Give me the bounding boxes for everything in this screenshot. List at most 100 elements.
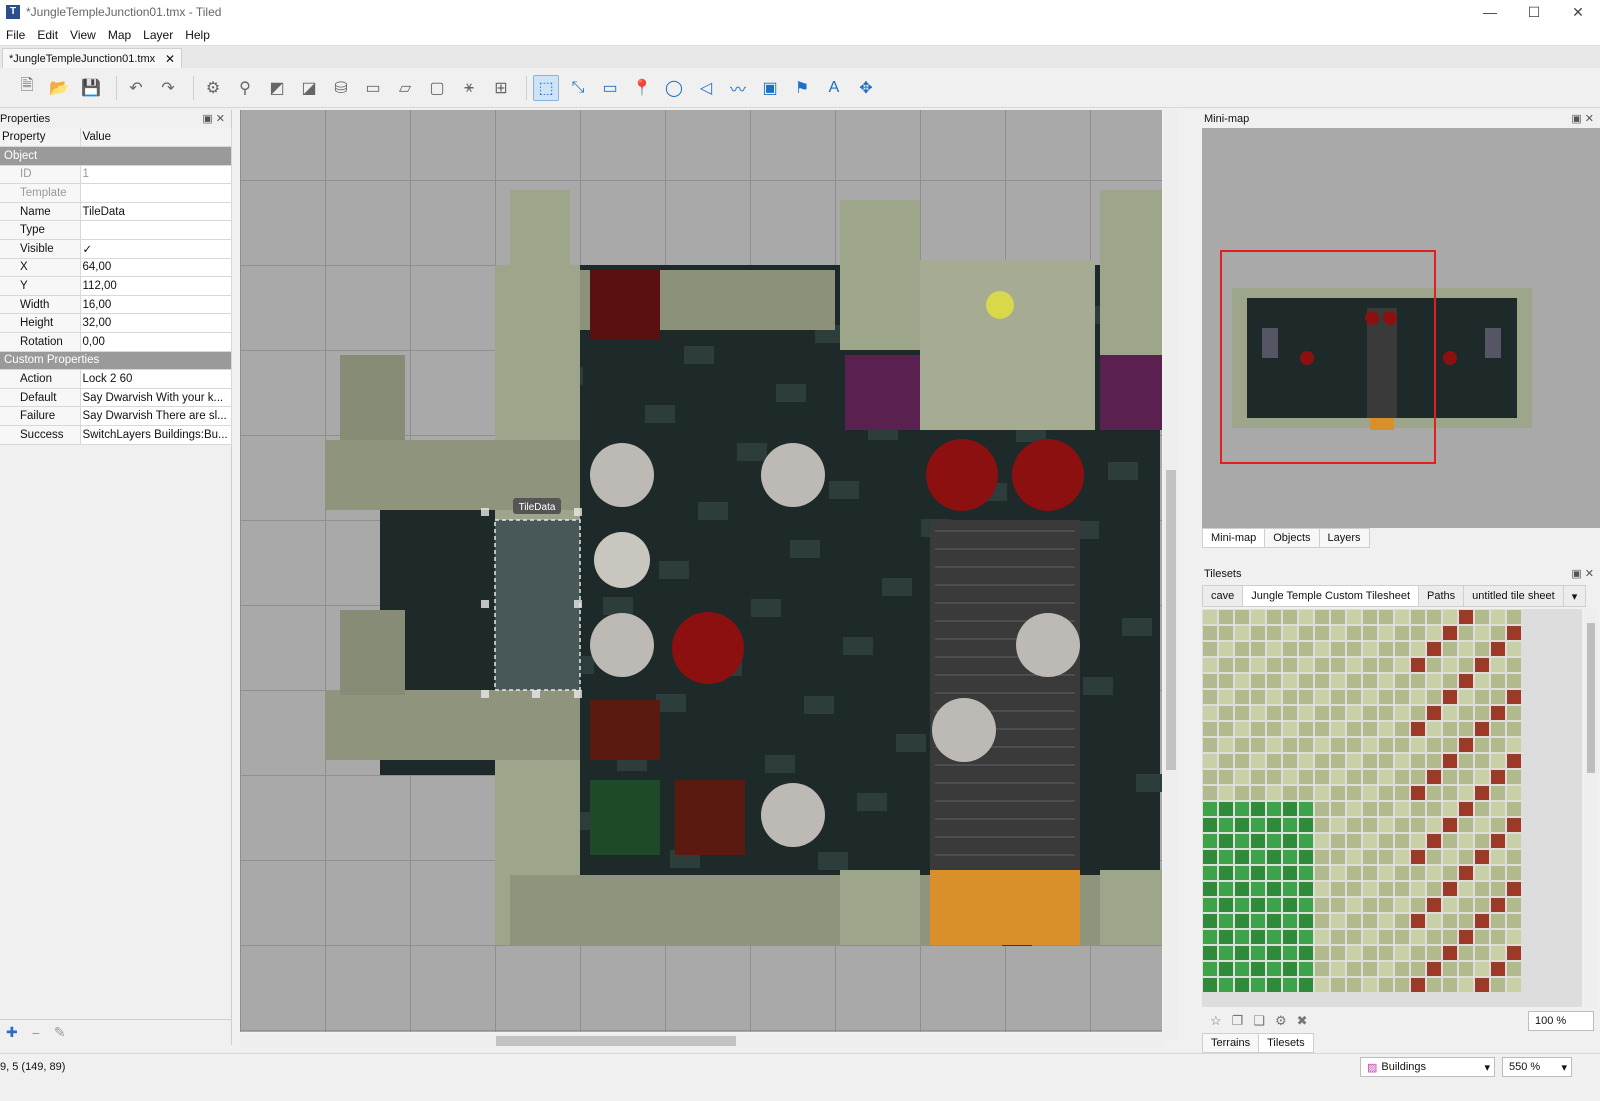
insert-point-icon[interactable]: 📍 [629, 75, 655, 101]
property-row[interactable]: Success SwitchLayers Buildings:Bu... [0, 425, 232, 445]
property-row[interactable]: Action Lock 2 60 [0, 369, 232, 389]
tilesheet-tab-cave[interactable]: cave [1202, 585, 1244, 607]
insert-rectangle-icon[interactable]: ▭ [597, 75, 623, 101]
close-window-button[interactable]: ✕ [1556, 0, 1600, 24]
chevron-down-icon[interactable]: ▾ [1562, 585, 1587, 607]
insert-polyline-icon[interactable]: 〰 [725, 75, 751, 101]
close-icon[interactable]: ✕ [216, 113, 225, 125]
insert-tile-icon[interactable]: ▣ [757, 75, 783, 101]
map-canvas[interactable]: TileData [240, 110, 1162, 1032]
property-row[interactable]: Rotation 0,00 [0, 332, 232, 352]
wang-brush-icon[interactable]: ◪ [296, 75, 322, 101]
property-row[interactable]: Y 112,00 [0, 276, 232, 296]
property-row[interactable]: Height 32,00 [0, 313, 232, 334]
magic-wand-icon[interactable]: ⚹ [456, 75, 482, 101]
close-icon[interactable]: ✕ [1585, 568, 1594, 580]
property-value[interactable]: Say Dwarvish With your k... [80, 388, 232, 408]
property-row[interactable]: X 64,00 [0, 258, 232, 278]
insert-ellipse-icon[interactable]: ◯ [661, 75, 687, 101]
document-tab[interactable]: *JungleTempleJunction01.tmx ✕ [2, 48, 182, 68]
close-icon[interactable]: ✕ [1585, 113, 1594, 125]
property-value[interactable]: 0,00 [80, 332, 232, 352]
property-row[interactable]: ID 1 [0, 165, 232, 185]
select-objects-icon[interactable]: ⬚ [533, 74, 559, 101]
menu-edit[interactable]: Edit [31, 28, 64, 42]
property-row[interactable]: Default Say Dwarvish With your k... [0, 388, 232, 408]
import-tileset-icon[interactable]: ❐ [1232, 1013, 1244, 1029]
stamp-brush-icon[interactable]: ⚲ [232, 75, 258, 101]
property-value[interactable]: 32,00 [80, 313, 232, 334]
add-property-icon[interactable]: ✚ [6, 1024, 18, 1041]
float-icon[interactable]: ▣ [1571, 113, 1581, 125]
custom-properties-section[interactable]: Custom Properties [0, 351, 232, 371]
tilesheet-tab-paths[interactable]: Paths [1418, 585, 1465, 607]
rectangular-select-icon[interactable]: ▢ [424, 75, 450, 101]
menu-map[interactable]: Map [102, 28, 137, 42]
maximize-button[interactable]: ☐ [1512, 0, 1556, 24]
new-map-icon[interactable]: 🗎 [14, 75, 40, 101]
property-row[interactable]: Width 16,00 [0, 295, 232, 315]
insert-text-icon[interactable]: A [821, 75, 847, 101]
tilesheet-scrollbar[interactable] [1584, 609, 1598, 1007]
insert-template-icon[interactable]: ⚑ [789, 75, 815, 101]
map-zoom-select[interactable]: 550 % ▾ [1502, 1057, 1572, 1077]
close-tab-icon[interactable]: ✕ [165, 52, 175, 66]
property-value[interactable]: 64,00 [80, 258, 232, 278]
property-value[interactable]: SwitchLayers Buildings:Bu... [80, 425, 232, 445]
tab-minimap[interactable]: Mini-map [1202, 528, 1266, 548]
tilesheet-tab-untitled[interactable]: untitled tile sheet [1463, 585, 1564, 607]
current-layer-select[interactable]: ▨ Buildings ▾ [1360, 1057, 1495, 1077]
tab-layers[interactable]: Layers [1318, 528, 1370, 548]
menu-layer[interactable]: Layer [137, 28, 179, 42]
minimap-viewport-frame[interactable] [1220, 250, 1436, 464]
property-value[interactable]: 16,00 [80, 295, 232, 315]
property-value[interactable]: TileData [80, 202, 232, 222]
tileset-zoom-select[interactable]: 100 % [1528, 1011, 1594, 1031]
property-row[interactable]: Visible ✓ [0, 239, 232, 259]
tilesheet-tab-jungle-temple[interactable]: Jungle Temple Custom Tilesheet [1242, 585, 1420, 607]
property-value[interactable]: Lock 2 60 [80, 369, 232, 389]
scroll-thumb[interactable] [1166, 470, 1176, 770]
menu-file[interactable]: File [0, 28, 31, 42]
terrain-brush-icon[interactable]: ◩ [264, 75, 290, 101]
new-tileset-icon[interactable]: ☆ [1210, 1013, 1222, 1029]
property-value[interactable]: ✓ [80, 239, 232, 259]
insert-polygon-icon[interactable]: ◁ [693, 75, 719, 101]
property-row[interactable]: Type [0, 220, 232, 241]
bucket-fill-icon[interactable]: ⛁ [328, 75, 354, 101]
float-icon[interactable]: ▣ [1571, 568, 1581, 580]
shape-fill-icon[interactable]: ▭ [360, 75, 386, 101]
tab-terrains[interactable]: Terrains [1202, 1033, 1260, 1053]
export-tileset-icon[interactable]: ❑ [1253, 1013, 1265, 1029]
property-row[interactable]: Template [0, 183, 232, 203]
undo-icon[interactable]: ↶ [123, 75, 149, 101]
map-horizontal-scrollbar[interactable] [240, 1034, 1164, 1048]
save-icon[interactable]: 💾 [78, 75, 104, 101]
edit-polygons-icon[interactable]: ⤡ [565, 75, 591, 101]
minimize-button[interactable]: — [1468, 0, 1512, 24]
map-view[interactable]: TileData [240, 110, 1162, 1032]
select-same-tile-icon[interactable]: ⊞ [488, 75, 514, 101]
redo-icon[interactable]: ↷ [155, 75, 181, 101]
property-value[interactable]: 112,00 [80, 276, 232, 296]
minimap-view[interactable] [1202, 128, 1600, 528]
object-section[interactable]: Object [0, 146, 232, 166]
move-icon[interactable]: ✥ [853, 75, 879, 101]
property-row[interactable]: Failure Say Dwarvish There are sl... [0, 406, 232, 426]
property-value[interactable] [80, 220, 232, 241]
property-value[interactable]: Say Dwarvish There are sl... [80, 406, 232, 426]
tab-tilesets[interactable]: Tilesets [1258, 1033, 1314, 1053]
command-icon[interactable]: ⚙ [200, 75, 226, 101]
open-file-icon[interactable]: 📂 [46, 75, 72, 101]
rename-property-icon[interactable]: ✎ [54, 1024, 66, 1041]
float-icon[interactable]: ▣ [202, 113, 212, 125]
property-row[interactable]: Name TileData [0, 202, 232, 222]
tilesheet-view[interactable] [1202, 609, 1582, 1007]
eraser-icon[interactable]: ▱ [392, 75, 418, 101]
scroll-thumb[interactable] [1587, 623, 1595, 773]
tileset-properties-icon[interactable]: ⚙ [1275, 1013, 1287, 1029]
tab-objects[interactable]: Objects [1264, 528, 1320, 548]
scroll-thumb[interactable] [496, 1036, 736, 1046]
map-vertical-scrollbar[interactable] [1164, 110, 1178, 1040]
menu-help[interactable]: Help [179, 28, 216, 42]
